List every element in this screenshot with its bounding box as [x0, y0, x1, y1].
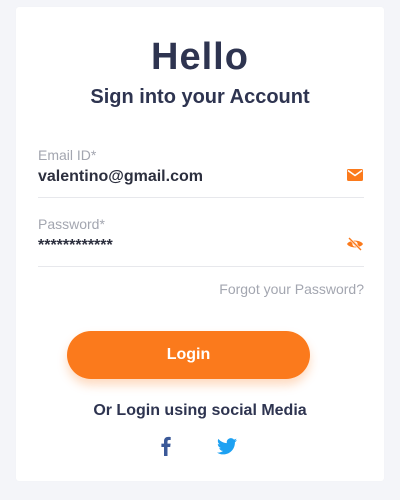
envelope-icon [346, 166, 364, 184]
password-field[interactable]: Password* [38, 216, 364, 267]
password-input[interactable] [38, 237, 328, 255]
login-button[interactable]: Login [67, 331, 310, 379]
social-login-text: Or Login using social Media [93, 402, 307, 419]
email-field[interactable]: Email ID* [38, 147, 364, 198]
facebook-icon[interactable] [155, 435, 177, 457]
password-label: Password* [38, 216, 105, 232]
page-subtitle: Sign into your Account [90, 86, 310, 108]
email-input[interactable] [38, 168, 328, 186]
forgot-password-link[interactable]: Forgot your Password? [219, 281, 364, 297]
email-label: Email ID* [38, 147, 97, 163]
twitter-icon[interactable] [216, 435, 238, 457]
eye-slash-icon[interactable] [346, 235, 364, 253]
login-card: Hello Sign into your Account Email ID* P… [16, 7, 384, 481]
page-title: Hello [151, 36, 249, 78]
